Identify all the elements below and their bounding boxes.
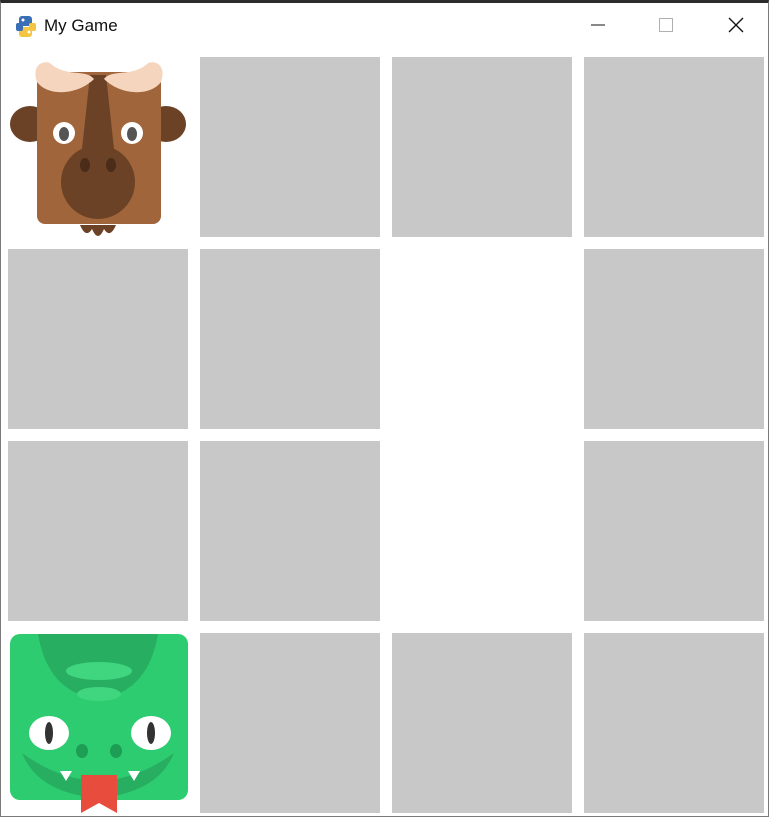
close-button[interactable] bbox=[713, 9, 759, 45]
card-hidden[interactable] bbox=[8, 249, 188, 429]
python-snake-icon bbox=[15, 15, 37, 39]
title-bar[interactable]: My Game bbox=[1, 3, 768, 51]
close-icon bbox=[727, 16, 745, 39]
card-hidden[interactable] bbox=[200, 57, 380, 237]
game-window: My Game bbox=[0, 0, 769, 817]
card-buffalo[interactable] bbox=[8, 57, 188, 237]
card-crocodile[interactable] bbox=[8, 633, 188, 813]
maximize-icon bbox=[658, 17, 674, 38]
card-slot-empty bbox=[392, 249, 572, 429]
card-hidden[interactable] bbox=[584, 57, 764, 237]
card-hidden[interactable] bbox=[392, 57, 572, 237]
card-hidden[interactable] bbox=[200, 441, 380, 621]
card-hidden[interactable] bbox=[200, 633, 380, 813]
card-slot-empty bbox=[392, 441, 572, 621]
card-hidden[interactable] bbox=[200, 249, 380, 429]
buffalo-icon bbox=[8, 57, 188, 237]
card-hidden[interactable] bbox=[584, 249, 764, 429]
window-title: My Game bbox=[44, 16, 118, 35]
game-board bbox=[1, 53, 770, 818]
card-hidden[interactable] bbox=[584, 441, 764, 621]
minimize-icon bbox=[590, 17, 606, 38]
crocodile-icon bbox=[8, 633, 188, 813]
card-hidden[interactable] bbox=[584, 633, 764, 813]
minimize-button[interactable] bbox=[575, 9, 621, 45]
card-hidden[interactable] bbox=[392, 633, 572, 813]
card-hidden[interactable] bbox=[8, 441, 188, 621]
maximize-button[interactable] bbox=[643, 9, 689, 45]
